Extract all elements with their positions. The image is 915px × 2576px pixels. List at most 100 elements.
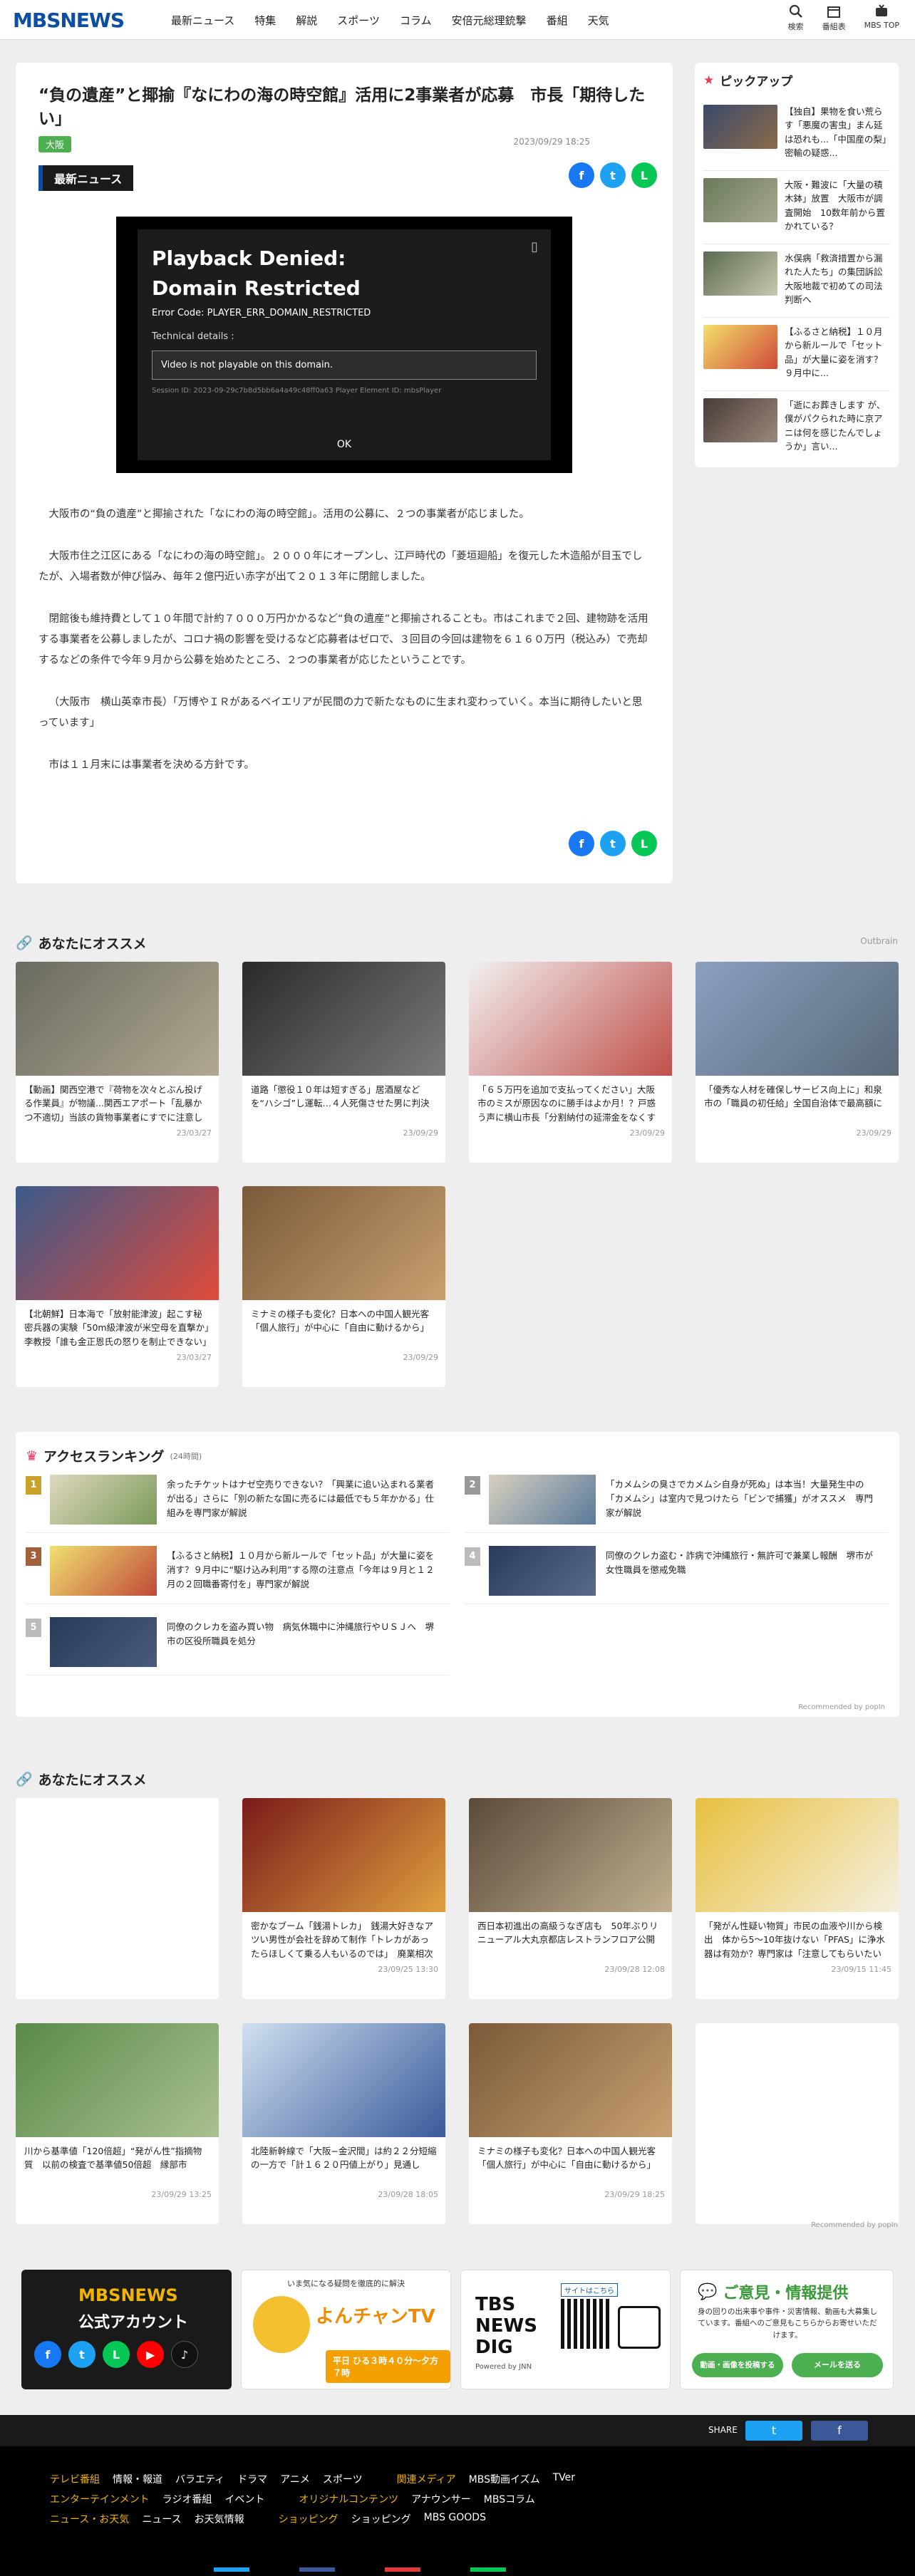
- line-share-button[interactable]: L: [631, 162, 657, 188]
- footer-link[interactable]: ニュース: [142, 2512, 181, 2526]
- qr-label: サイトはこちら: [561, 2283, 618, 2297]
- footer-link[interactable]: アニメ: [280, 2472, 310, 2486]
- recommend-card[interactable]: 「６５万円を追加で支払ってください」大阪市のミスが原因なのに勝手はよか月！？戸惑…: [469, 962, 672, 1163]
- line-share-button[interactable]: L: [631, 831, 657, 856]
- facebook-bar[interactable]: [299, 2567, 335, 2572]
- twitter-share-button[interactable]: t: [600, 831, 626, 856]
- footer-link[interactable]: スポーツ: [323, 2472, 363, 2486]
- ok-button[interactable]: OK: [138, 439, 551, 450]
- email-button[interactable]: メールを送る: [792, 2353, 883, 2377]
- footer-heading[interactable]: オリジナルコンテンツ: [299, 2492, 398, 2506]
- card-text: 「優秀な人材を確保しサービス向上に」和泉市の「職員の初任給」全国自治体で最高額に: [704, 1084, 883, 1109]
- ranking-item[interactable]: 5 同僚のクレカを盗み買い物 病気休職中に沖縄旅行やＵＳＪへ 堺市の区役所職員を処…: [26, 1617, 450, 1676]
- opinion-title: ご意見・情報提供: [723, 2285, 849, 2302]
- video-player[interactable]: ▯ Playback Denied: Domain Restricted Err…: [116, 217, 572, 473]
- ranking-item[interactable]: 3 【ふるさと納税】１０月から新ルールで「セット品」が大量に姿を消す？９月中に“駆…: [26, 1546, 450, 1604]
- pickup-item[interactable]: 大阪・難波に「大量の積木鉢」放置 大阪市が調査開始 10数年前から置かれている？: [703, 171, 890, 244]
- facebook-icon[interactable]: f: [34, 2341, 61, 2368]
- recommend-card[interactable]: 西日本初進出の高級うなぎ店も 50年ぶりリニューアル大丸京都店レストランフロア公…: [469, 1798, 672, 1999]
- footer-heading[interactable]: エンターテインメント: [50, 2492, 150, 2506]
- nav-item[interactable]: 番組: [547, 13, 568, 28]
- video-submit-button[interactable]: 動画・画像を投稿する: [692, 2353, 783, 2377]
- footer-link[interactable]: バラエティ: [175, 2472, 224, 2486]
- footer-link[interactable]: MBS GOODS: [424, 2512, 486, 2526]
- youtube-bar[interactable]: [385, 2567, 420, 2572]
- footer-heading[interactable]: ショッピング: [279, 2512, 338, 2526]
- recommend-card[interactable]: 「優秀な人材を確保しサービス向上に」和泉市の「職員の初任給」全国自治体で最高額に…: [696, 962, 899, 1163]
- facebook-share-button[interactable]: f: [811, 2421, 868, 2441]
- yonchan-tv-banner[interactable]: いま気になる疑問を徹底的に解決 よんチャンTV 平日 ひる３時４０分〜夕方７時: [241, 2270, 451, 2389]
- nav-item[interactable]: スポーツ: [337, 13, 380, 28]
- card-text: ミナミの様子も変化？日本への中国人観光客「個人旅行」が中心に「自由に動けるから」: [477, 2146, 656, 2171]
- footer-link[interactable]: MBS動画イズム: [469, 2472, 540, 2486]
- nav-item[interactable]: コラム: [400, 13, 432, 28]
- ranking-heading: ♛ アクセスランキング (24時間): [26, 1446, 202, 1465]
- star-icon: ★: [703, 73, 715, 88]
- recommend-card[interactable]: 川から基準値「120倍超」“発がん性”指摘物質 以前の検査で基準値50倍超 縁部…: [16, 2023, 219, 2224]
- recommend-card[interactable]: 「発がん性疑い物質」市民の血液や川から検出 体から5～10年抜けない「PFAS」…: [696, 1798, 899, 1999]
- outbrain-label[interactable]: Outbrain: [860, 936, 898, 946]
- twitter-bar[interactable]: [214, 2567, 249, 2572]
- facebook-share-button[interactable]: f: [569, 162, 594, 188]
- region-tag[interactable]: 大阪: [38, 136, 72, 152]
- popin-credit[interactable]: Recommended by popIn: [798, 1703, 885, 1711]
- recommend-card[interactable]: 密かなブーム「銭湯トレカ」 銭湯大好きなアツい男性が会社を辞めて制作「トレカがあ…: [242, 1798, 445, 1999]
- ranking-item[interactable]: 2 「カメムシの臭さでカメムシ自身が死ぬ」は本当！大量発生中の「カメムシ」は室内で…: [465, 1475, 889, 1533]
- ranking-text: 【ふるさと納税】１０月から新ルールで「セット品」が大量に姿を消す？９月中に“駆け…: [167, 1550, 435, 1589]
- footer-heading[interactable]: 関連メディア: [397, 2472, 456, 2486]
- line-icon[interactable]: L: [103, 2341, 130, 2368]
- footer-link[interactable]: イベント: [224, 2492, 264, 2506]
- footer-link[interactable]: ドラマ: [237, 2472, 267, 2486]
- twitter-share-button[interactable]: t: [600, 162, 626, 188]
- recommend-card[interactable]: [696, 2023, 899, 2224]
- ranking-item[interactable]: 4 同僚のクレカ盗む・詐病で沖縄旅行・無許可で兼業し報酬 堺市が女性職員を懲戒免職: [465, 1546, 889, 1604]
- footer-link[interactable]: MBSコラム: [484, 2492, 535, 2506]
- calendar-icon: [827, 6, 841, 18]
- nav-item[interactable]: 安倍元総理銃撃: [452, 13, 527, 28]
- line-bar[interactable]: [470, 2567, 506, 2572]
- playback-error-dialog: ▯ Playback Denied: Domain Restricted Err…: [138, 229, 551, 460]
- schedule-button[interactable]: 番組表: [822, 4, 846, 32]
- pickup-item[interactable]: 【独自】果物を食い荒らす「悪魔の害虫」まん延は恐れも...「中国産の梨」密輸の疑…: [703, 98, 890, 171]
- youtube-icon[interactable]: ▶: [137, 2341, 164, 2368]
- recommend-card[interactable]: 北陸新幹線で「大阪−金沢間」は約２２分短縮の一方で「計１６２０円値上がり」見通し…: [242, 2023, 445, 2224]
- ranking-item[interactable]: 1 余ったチケットはナゼ空売りできない？「興業に追い込まれる業者が出る」さらに「別…: [26, 1475, 450, 1533]
- recommend-card[interactable]: ミナミの様子も変化？日本への中国人観光客「個人旅行」が中心に「自由に動けるから」…: [242, 1186, 445, 1387]
- footer-heading[interactable]: テレビ番組: [50, 2472, 100, 2486]
- tbs-news-dig-banner[interactable]: TBS NEWS DIG Powered by JNN サイトはこちら: [460, 2270, 671, 2389]
- thumbnail: [16, 1186, 219, 1300]
- tiktok-icon[interactable]: ♪: [171, 2341, 198, 2368]
- footer-link[interactable]: ラジオ番組: [162, 2492, 212, 2506]
- footer-link[interactable]: 情報・報道: [113, 2472, 162, 2486]
- recommend-card[interactable]: ミナミの様子も変化？日本への中国人観光客「個人旅行」が中心に「自由に動けるから」…: [469, 2023, 672, 2224]
- recommend-card[interactable]: 道路「懲役１０年は短すぎる」居酒屋などを“ハシゴ”し運転…４人死傷させた男に判決…: [242, 962, 445, 1163]
- twitter-icon[interactable]: t: [68, 2341, 95, 2368]
- footer-link[interactable]: ショッピング: [351, 2512, 411, 2526]
- site-logo[interactable]: MBSNEWS: [13, 9, 125, 32]
- pickup-item[interactable]: 「逝にお葬きします が、僕がパクられた時に京アニは何を感じたんでしょうか」言い.…: [703, 391, 890, 464]
- footer-link[interactable]: TVer: [553, 2472, 575, 2486]
- footer-link[interactable]: お天気情報: [195, 2512, 244, 2526]
- air-time: 平日 ひる３時４０分〜夕方７時: [326, 2350, 450, 2383]
- footer-link[interactable]: アナウンサー: [411, 2492, 471, 2506]
- ranking-text: 余ったチケットはナゼ空売りできない？「興業に追い込まれる業者が出る」さらに「別の…: [167, 1479, 435, 1518]
- nav-item[interactable]: 特集: [254, 13, 276, 28]
- recommend-card[interactable]: 【北朝鮮】日本海で「放射能津波」起こす秘密兵器の実験「50m級津波が米空母を直撃…: [16, 1186, 219, 1387]
- close-icon[interactable]: ▯: [531, 239, 538, 254]
- facebook-share-button[interactable]: f: [569, 831, 594, 856]
- link-icon: 🔗: [16, 935, 33, 951]
- pickup-item[interactable]: 【ふるさと納税】１０月から新ルールで「セット品」が大量に姿を消す？９月中に...: [703, 318, 890, 391]
- recommend-card[interactable]: [16, 1798, 219, 1999]
- footer-heading[interactable]: ニュース・お天気: [50, 2512, 129, 2526]
- nav-item[interactable]: 最新ニュース: [171, 13, 234, 28]
- thumbnail: [469, 2023, 672, 2137]
- twitter-share-button[interactable]: t: [745, 2421, 802, 2441]
- pickup-item[interactable]: 水俣病「救済措置から漏れた人たち」の集団訴訟 大阪地裁で初めての司法判断へ: [703, 244, 890, 318]
- nav-item[interactable]: 解説: [296, 13, 317, 28]
- recommend-card[interactable]: 【動画】関西空港で『荷物を次々とぶん投げる作業員』が物議...関西エアポート「乱…: [16, 962, 219, 1163]
- mbs-official-accounts-banner[interactable]: MBSNEWS 公式アカウント f t L ▶ ♪: [21, 2270, 232, 2389]
- mbs-top-button[interactable]: MBS TOP: [864, 4, 899, 32]
- share-buttons-top: f t L: [569, 162, 657, 188]
- search-button[interactable]: 検索: [788, 4, 804, 32]
- nav-item[interactable]: 天気: [588, 13, 609, 28]
